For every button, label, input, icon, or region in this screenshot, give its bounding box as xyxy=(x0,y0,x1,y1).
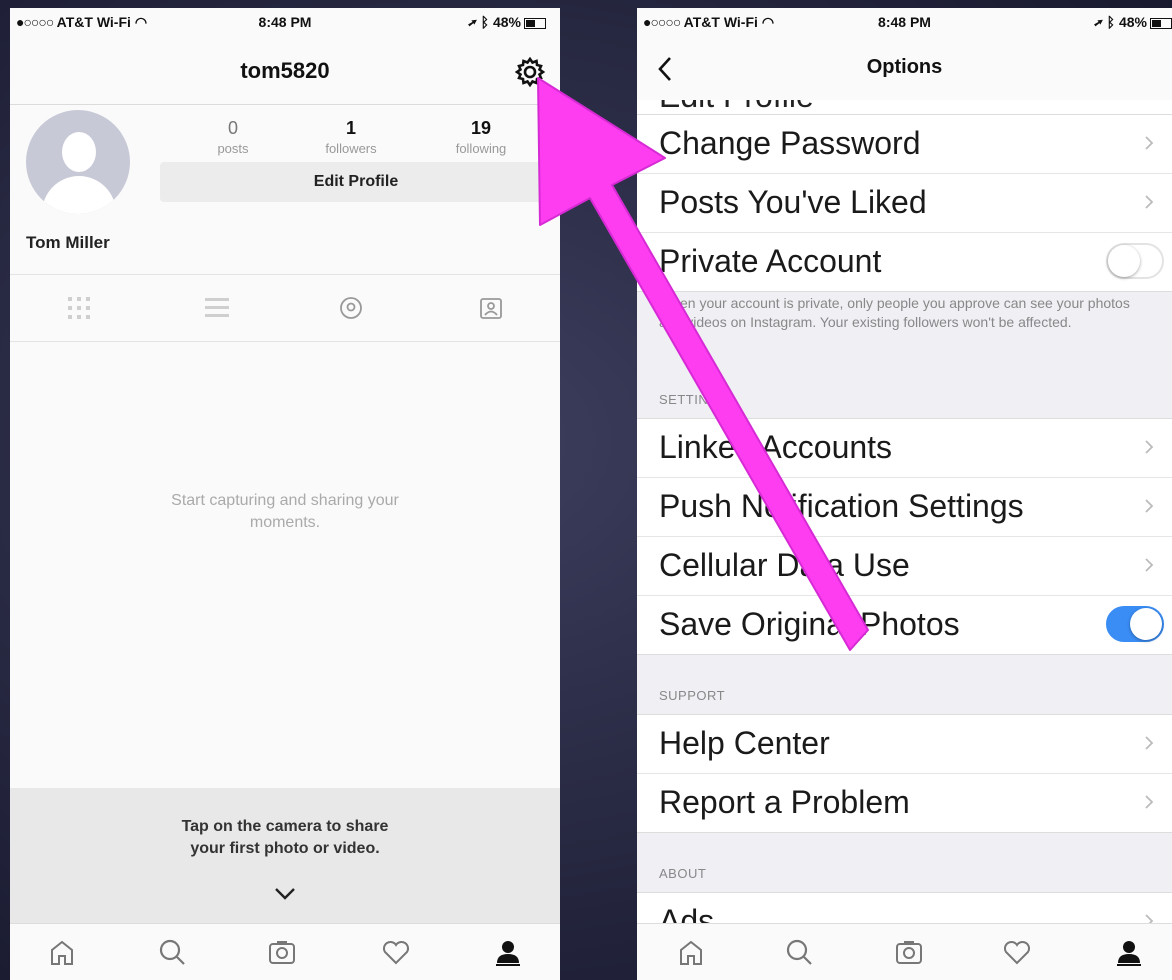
location-icon: ➚ xyxy=(468,14,477,30)
battery-icon xyxy=(524,17,546,29)
profile-screen: ●○○○○ AT&T Wi-Fi ◠ 8:48 PM ➚ ᛒ 48% tom58… xyxy=(10,8,560,980)
edit-profile-row[interactable]: Edit Profile xyxy=(637,100,1172,115)
private-account-note: When your account is private, only peopl… xyxy=(659,295,1130,330)
chevron-right-icon xyxy=(1145,736,1154,750)
save-original-photos-row: Save Original Photos xyxy=(637,596,1172,654)
linked-accounts-row[interactable]: Linked Accounts xyxy=(637,419,1172,478)
status-bar: ●○○○○ AT&T Wi-Fi ◠ 8:48 PM ➚ ᛒ 48% xyxy=(10,8,560,34)
empty-state-text: Start capturing and sharing your moments… xyxy=(171,492,399,531)
tab-bar xyxy=(10,923,560,980)
gear-icon[interactable] xyxy=(514,56,546,88)
about-section-header: ABOUT xyxy=(659,866,707,881)
home-icon[interactable] xyxy=(675,936,707,968)
display-name: Tom Miller xyxy=(26,233,110,252)
posts-stat: 0 posts xyxy=(178,118,288,156)
settings-group: Linked Accounts Push Notification Settin… xyxy=(637,418,1172,655)
search-icon[interactable] xyxy=(783,936,815,968)
followers-count: 1 xyxy=(345,118,356,138)
cellular-data-use-row[interactable]: Cellular Data Use xyxy=(637,537,1172,596)
help-center-row[interactable]: Help Center xyxy=(637,715,1172,774)
chevron-right-icon xyxy=(1145,195,1154,209)
username-title: tom5820 xyxy=(240,58,330,83)
following-label: following xyxy=(455,141,507,156)
share-prompt-text: Tap on the camera to share your first ph… xyxy=(181,818,389,857)
account-group: Change Password Posts You've Liked Priva… xyxy=(637,114,1172,292)
home-icon[interactable] xyxy=(46,936,78,968)
chevron-right-icon xyxy=(1145,440,1154,454)
location-pin-icon[interactable] xyxy=(336,293,366,323)
status-bar: ●○○○○ AT&T Wi-Fi ◠ 8:48 PM ➚ ᛒ 48% xyxy=(637,8,1172,34)
followers-label: followers xyxy=(325,141,377,156)
settings-section-header: SETTINGS xyxy=(659,392,729,407)
options-header: Options xyxy=(637,34,1172,103)
profile-icon[interactable] xyxy=(1113,936,1145,968)
change-password-row[interactable]: Change Password xyxy=(637,115,1172,174)
chevron-right-icon xyxy=(1145,499,1154,513)
report-problem-row[interactable]: Report a Problem xyxy=(637,774,1172,832)
chevron-right-icon xyxy=(1145,558,1154,572)
profile-icon[interactable] xyxy=(492,936,524,968)
profile-view-tabs xyxy=(10,274,560,342)
grid-icon[interactable] xyxy=(64,293,94,323)
camera-icon[interactable] xyxy=(266,936,298,968)
support-section-header: SUPPORT xyxy=(659,688,726,703)
following-stat[interactable]: 19 following xyxy=(426,118,536,156)
camera-icon[interactable] xyxy=(893,936,925,968)
battery-percent: 48% xyxy=(492,14,521,30)
save-original-photos-toggle[interactable] xyxy=(1106,606,1164,642)
bluetooth-icon: ᛒ xyxy=(1106,14,1116,30)
list-icon[interactable] xyxy=(202,293,232,323)
bluetooth-icon: ᛒ xyxy=(480,14,490,30)
tab-bar xyxy=(637,923,1172,980)
tagged-photos-icon[interactable] xyxy=(476,293,506,323)
options-title: Options xyxy=(866,56,943,78)
push-notification-settings-row[interactable]: Push Notification Settings xyxy=(637,478,1172,537)
search-icon[interactable] xyxy=(156,936,188,968)
posts-label: posts xyxy=(217,141,249,156)
battery-percent: 48% xyxy=(1118,14,1147,30)
support-group: Help Center Report a Problem xyxy=(637,714,1172,833)
options-screen: ●○○○○ AT&T Wi-Fi ◠ 8:48 PM ➚ ᛒ 48% Optio… xyxy=(637,8,1172,980)
followers-stat[interactable]: 1 followers xyxy=(296,118,406,156)
share-prompt-panel: Tap on the camera to share your first ph… xyxy=(10,788,560,926)
profile-header: tom5820 xyxy=(10,34,560,105)
posts-liked-row[interactable]: Posts You've Liked xyxy=(637,174,1172,233)
status-time: 8:48 PM xyxy=(878,14,931,30)
following-count: 19 xyxy=(470,118,492,138)
edit-profile-button[interactable]: Edit Profile xyxy=(160,162,552,202)
avatar[interactable] xyxy=(26,110,130,214)
private-account-toggle[interactable] xyxy=(1106,243,1164,279)
posts-count: 0 xyxy=(227,118,238,138)
chevron-right-icon xyxy=(1145,795,1154,809)
chevron-right-icon xyxy=(1145,136,1154,150)
battery-icon xyxy=(1150,17,1172,29)
heart-icon[interactable] xyxy=(1001,936,1033,968)
chevron-down-icon[interactable] xyxy=(273,886,297,902)
location-icon: ➚ xyxy=(1094,14,1103,30)
private-account-row: Private Account xyxy=(637,233,1172,291)
heart-icon[interactable] xyxy=(380,936,412,968)
